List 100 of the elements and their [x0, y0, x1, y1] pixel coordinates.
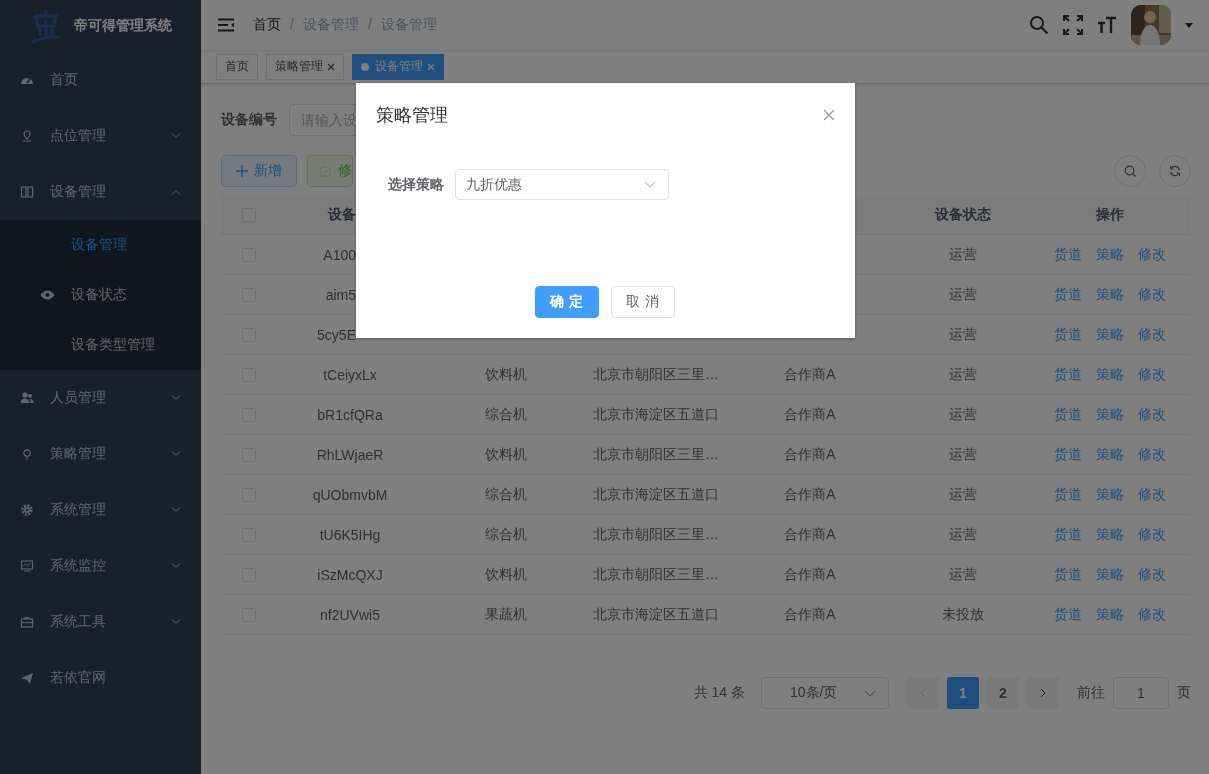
bulb-icon: [20, 447, 34, 461]
chevron-down-icon: [644, 181, 656, 188]
page-input[interactable]: 1: [1113, 677, 1169, 709]
table-cell-text: 果蔬机: [484, 605, 528, 624]
table-cell-text: 饮料机: [484, 565, 528, 584]
table-cell-text: 运营: [948, 285, 978, 304]
table-cell-text: 运营: [948, 365, 978, 384]
tab[interactable]: 设备管理: [352, 53, 444, 80]
breadcrumb-item[interactable]: 首页: [253, 16, 281, 34]
menu-item[interactable]: 首页: [0, 52, 201, 108]
action-link[interactable]: 策略: [1096, 485, 1124, 504]
action-link[interactable]: 策略: [1096, 405, 1124, 424]
prev-page-button[interactable]: [907, 677, 939, 709]
next-page-button[interactable]: [1027, 677, 1059, 709]
menu-item[interactable]: 策略管理: [0, 426, 201, 482]
table-cell-text: 合作商A: [783, 485, 837, 504]
submenu-item[interactable]: 设备类型管理: [0, 320, 201, 370]
menu-item[interactable]: 若依官网: [0, 650, 201, 706]
monitor-icon: [20, 559, 34, 573]
table-cell-text: tU6K5IHg: [318, 526, 382, 543]
table-cell-text: 综合机: [484, 485, 528, 504]
action-link[interactable]: 货道: [1054, 565, 1082, 584]
paper-plane-icon: [20, 671, 34, 685]
search-icon[interactable]: [1029, 15, 1049, 35]
column-header: 设备状态: [933, 205, 992, 224]
action-link[interactable]: 修改: [1138, 325, 1166, 344]
table-cell-text: 北京市海淀区五道口: [592, 405, 720, 424]
table-cell-text: 北京市朝阳区三里…: [592, 365, 720, 384]
action-link[interactable]: 策略: [1096, 445, 1124, 464]
action-link[interactable]: 策略: [1096, 605, 1124, 624]
menu-toggle-icon[interactable]: [217, 18, 235, 32]
refresh-button[interactable]: [1159, 155, 1191, 187]
goto-label: 前往: [1077, 684, 1105, 702]
table-cell-text: qUObmvbM: [311, 486, 389, 503]
action-link[interactable]: 策略: [1096, 525, 1124, 544]
table-cell-text: A100: [322, 246, 357, 263]
action-link[interactable]: 修改: [1138, 445, 1166, 464]
action-link[interactable]: 货道: [1054, 285, 1082, 304]
menu-item[interactable]: 系统监控: [0, 538, 201, 594]
tab[interactable]: 策略管理: [266, 53, 344, 80]
action-link[interactable]: 货道: [1054, 445, 1082, 464]
refresh-icon: [1169, 165, 1181, 177]
action-link[interactable]: 修改: [1138, 245, 1166, 264]
action-link[interactable]: 策略: [1096, 365, 1124, 384]
action-link[interactable]: 修改: [1138, 285, 1166, 304]
cancel-button[interactable]: 取 消: [611, 286, 675, 318]
plus-icon: [236, 165, 248, 177]
caret-down-icon[interactable]: [1185, 22, 1193, 28]
add-button[interactable]: 新增: [221, 155, 297, 187]
confirm-button[interactable]: 确 定: [535, 286, 599, 318]
total-count: 共 14 条: [693, 684, 745, 702]
page-button[interactable]: 2: [987, 677, 1019, 709]
search-button[interactable]: [1114, 155, 1146, 187]
chevron-right-icon: [1040, 688, 1046, 698]
submenu-item[interactable]: 设备管理: [0, 220, 201, 270]
action-link[interactable]: 策略: [1096, 325, 1124, 344]
edit-button[interactable]: 修: [307, 155, 353, 187]
action-link[interactable]: 货道: [1054, 325, 1082, 344]
action-link[interactable]: 修改: [1138, 365, 1166, 384]
action-link[interactable]: 货道: [1054, 245, 1082, 264]
people-icon: [20, 391, 34, 405]
dialog-title: 策略管理: [376, 104, 448, 127]
table-cell-text: iSzMcQXJ: [316, 566, 384, 583]
action-link[interactable]: 策略: [1096, 245, 1124, 264]
text-size-icon[interactable]: [1097, 15, 1117, 35]
table-cell-text: 饮料机: [484, 445, 528, 464]
menu-item[interactable]: 系统管理: [0, 482, 201, 538]
action-link[interactable]: 修改: [1138, 405, 1166, 424]
column-header: 操作: [1095, 205, 1125, 224]
page-suffix: 页: [1177, 684, 1191, 702]
action-link[interactable]: 策略: [1096, 565, 1124, 584]
strategy-select[interactable]: 九折优惠: [455, 169, 669, 200]
table-cell-text: 运营: [948, 565, 978, 584]
table-cell-text: 运营: [948, 445, 978, 464]
table-cell-text: 综合机: [484, 525, 528, 544]
page-size-select[interactable]: 10条/页: [761, 677, 889, 709]
menu-item[interactable]: 设备管理: [0, 164, 201, 220]
fullscreen-icon[interactable]: [1063, 15, 1083, 35]
close-icon[interactable]: [327, 62, 335, 71]
edit-icon: [320, 165, 332, 177]
action-link[interactable]: 修改: [1138, 485, 1166, 504]
menu-item[interactable]: 系统工具: [0, 594, 201, 650]
submenu-item[interactable]: 设备状态: [0, 270, 201, 320]
table-cell-text: 未投放: [941, 605, 985, 624]
tab[interactable]: 首页: [216, 53, 258, 80]
action-link[interactable]: 修改: [1138, 565, 1166, 584]
action-link[interactable]: 货道: [1054, 605, 1082, 624]
action-link[interactable]: 货道: [1054, 405, 1082, 424]
table-cell-text: RhLWjaeR: [315, 446, 385, 463]
action-link[interactable]: 货道: [1054, 485, 1082, 504]
table-cell-text: 合作商A: [783, 405, 837, 424]
action-link[interactable]: 货道: [1054, 525, 1082, 544]
action-link[interactable]: 策略: [1096, 285, 1124, 304]
page-button[interactable]: 1: [947, 677, 979, 709]
action-link[interactable]: 修改: [1138, 605, 1166, 624]
menu-item[interactable]: 点位管理: [0, 108, 201, 164]
close-icon[interactable]: [823, 109, 835, 121]
menu-item[interactable]: 人员管理: [0, 370, 201, 426]
action-link[interactable]: 货道: [1054, 365, 1082, 384]
action-link[interactable]: 修改: [1138, 525, 1166, 544]
